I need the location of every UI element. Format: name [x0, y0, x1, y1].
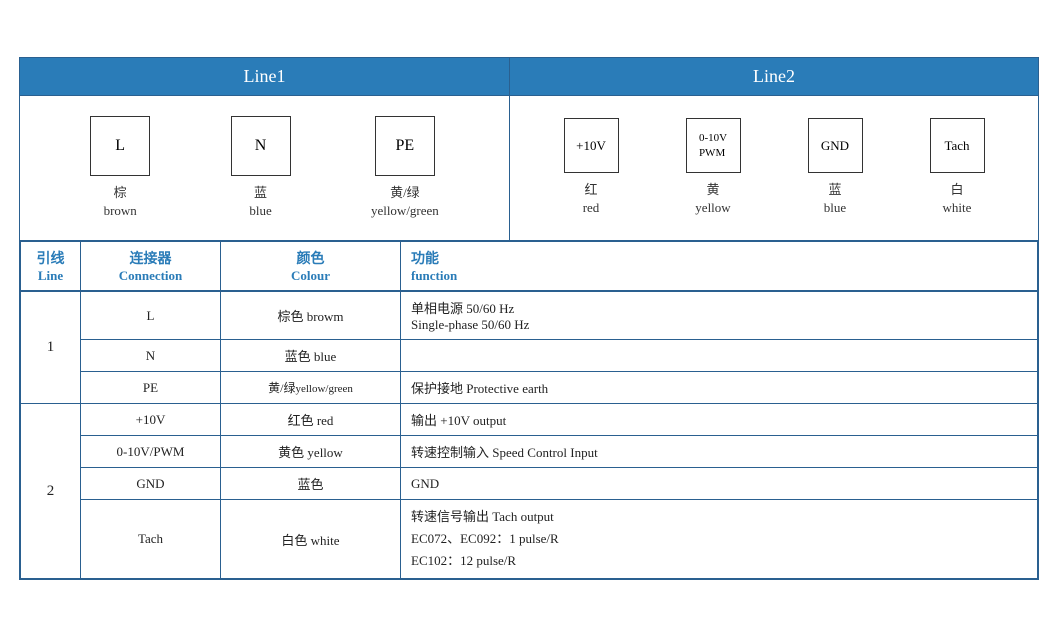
conn-L: L	[81, 291, 221, 340]
colour-tach: 白色 white	[221, 500, 401, 579]
main-container: Line1 Line2 L 棕brown N 蓝blue PE 黄/绿yello…	[19, 57, 1039, 581]
conn-tach: Tach	[81, 500, 221, 579]
connector-label-N: 蓝blue	[249, 184, 271, 220]
connector-PWM: 0-10VPWM 黄yellow	[686, 118, 741, 217]
th-colour: 颜色 Colour	[221, 242, 401, 292]
connector-box-PE: PE	[375, 116, 435, 176]
line-number-1: 1	[21, 291, 81, 404]
diagram-row: L 棕brown N 蓝blue PE 黄/绿yellow/green +10V…	[20, 96, 1038, 241]
connector-GND: GND 蓝blue	[808, 118, 863, 217]
table-row: N 蓝色 blue	[21, 340, 1038, 372]
connector-10V: +10V 红red	[564, 118, 619, 217]
conn-gnd: GND	[81, 468, 221, 500]
table-row: PE 黄/绿yellow/green 保护接地 Protective earth	[21, 372, 1038, 404]
connector-label-PWM: 黄yellow	[695, 181, 730, 217]
func-L: 单相电源 50/60 Hz Single-phase 50/60 Hz	[401, 291, 1038, 340]
th-line-zh: 引线	[31, 248, 70, 268]
th-line-en: Line	[31, 268, 70, 284]
conn-PE: PE	[81, 372, 221, 404]
table-row: GND 蓝色 GND	[21, 468, 1038, 500]
func-10V: 输出 +10V output	[401, 404, 1038, 436]
connector-box-L: L	[90, 116, 150, 176]
th-func-zh: 功能	[411, 248, 1027, 268]
wiring-table: 引线 Line 连接器 Connection 颜色 Colour 功能 func…	[20, 241, 1038, 579]
connector-label-L: 棕brown	[104, 184, 137, 220]
connector-box-Tach: Tach	[930, 118, 985, 173]
func-PE: 保护接地 Protective earth	[401, 372, 1038, 404]
th-connection: 连接器 Connection	[81, 242, 221, 292]
func-pwm: 转速控制输入 Speed Control Input	[401, 436, 1038, 468]
conn-pwm: 0-10V/PWM	[81, 436, 221, 468]
line-number-2: 2	[21, 404, 81, 579]
colour-pwm: 黄色 yellow	[221, 436, 401, 468]
colour-10V: 红色 red	[221, 404, 401, 436]
header-row: Line1 Line2	[20, 58, 1038, 96]
connector-N: N 蓝blue	[231, 116, 291, 220]
header-line1: Line1	[20, 58, 510, 95]
table-row: 0-10V/PWM 黄色 yellow 转速控制输入 Speed Control…	[21, 436, 1038, 468]
diagram-line1: L 棕brown N 蓝blue PE 黄/绿yellow/green	[20, 96, 510, 240]
diagram-line2: +10V 红red 0-10VPWM 黄yellow GND 蓝blue Tac…	[510, 96, 1038, 240]
colour-gnd: 蓝色	[221, 468, 401, 500]
colour-PE: 黄/绿yellow/green	[221, 372, 401, 404]
connector-box-PWM: 0-10VPWM	[686, 118, 741, 173]
conn-N: N	[81, 340, 221, 372]
connector-label-GND: 蓝blue	[824, 181, 846, 217]
th-conn-en: Connection	[91, 268, 210, 284]
th-line: 引线 Line	[21, 242, 81, 292]
connector-label-10V: 红red	[583, 181, 600, 217]
th-function: 功能 function	[401, 242, 1038, 292]
table-section: 引线 Line 连接器 Connection 颜色 Colour 功能 func…	[20, 241, 1038, 579]
connector-L: L 棕brown	[90, 116, 150, 220]
th-func-en: function	[411, 268, 1027, 284]
colour-L: 棕色 browm	[221, 291, 401, 340]
table-body: 1 L 棕色 browm 单相电源 50/60 Hz Single-phase …	[21, 291, 1038, 579]
th-colour-en: Colour	[231, 268, 390, 284]
header-line2: Line2	[510, 58, 1038, 95]
connector-box-10V: +10V	[564, 118, 619, 173]
th-conn-zh: 连接器	[91, 248, 210, 268]
connector-Tach: Tach 白white	[930, 118, 985, 217]
connector-label-Tach: 白white	[943, 181, 972, 217]
func-tach: 转速信号输出 Tach output EC072、EC092：1 pulse/R…	[401, 500, 1038, 579]
conn-10V: +10V	[81, 404, 221, 436]
table-row: 2 +10V 红色 red 输出 +10V output	[21, 404, 1038, 436]
connector-PE: PE 黄/绿yellow/green	[371, 116, 439, 220]
connector-box-GND: GND	[808, 118, 863, 173]
colour-N: 蓝色 blue	[221, 340, 401, 372]
table-header-row: 引线 Line 连接器 Connection 颜色 Colour 功能 func…	[21, 242, 1038, 292]
connector-box-N: N	[231, 116, 291, 176]
th-colour-zh: 颜色	[231, 248, 390, 268]
table-row: Tach 白色 white 转速信号输出 Tach output EC072、E…	[21, 500, 1038, 579]
func-gnd: GND	[401, 468, 1038, 500]
connector-label-PE: 黄/绿yellow/green	[371, 184, 439, 220]
func-N	[401, 340, 1038, 372]
table-row: 1 L 棕色 browm 单相电源 50/60 Hz Single-phase …	[21, 291, 1038, 340]
